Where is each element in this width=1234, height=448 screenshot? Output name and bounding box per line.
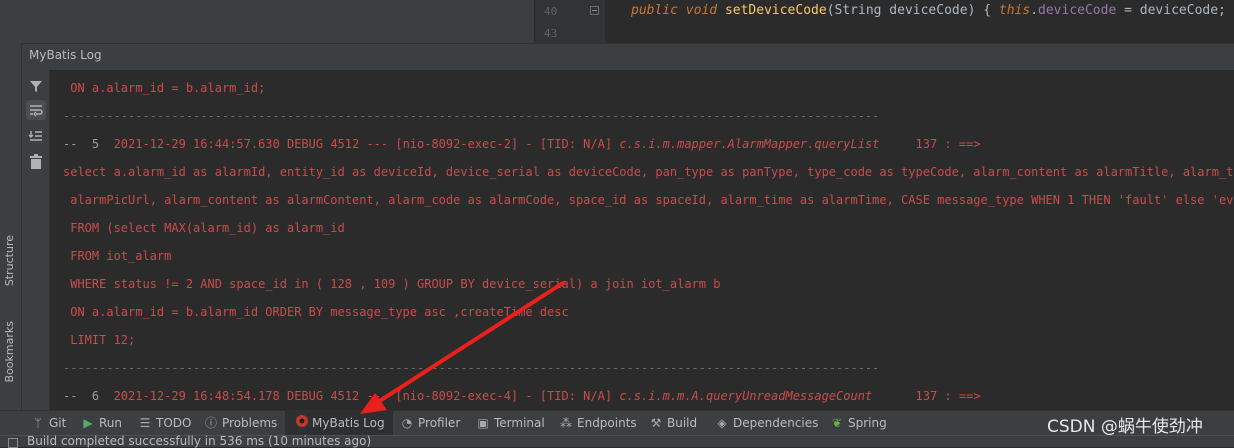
clear-log-button[interactable] [26,152,46,172]
dependencies-icon: ◈ [717,415,727,430]
line-number: 43 [544,27,558,40]
log-entry-meta: 2021-12-29 16:44:57.630 DEBUG 4512 --- [… [113,137,620,151]
todo-icon: ☰ [139,415,151,430]
tab-run[interactable]: ▶ Run [82,410,122,435]
build-icon: ⚒ [650,415,662,430]
problems-icon: ⓘ [205,416,218,430]
mybatis-icon [295,414,308,431]
log-line: FROM iot_alarm [63,249,172,263]
tab-label: Build [667,415,698,430]
log-output[interactable]: ON a.alarm_id = b.alarm_id; ------------… [50,70,1234,410]
panel-header [22,43,1234,70]
soft-wrap-icon [30,105,43,117]
log-entry-header: -- 5 2021-12-29 16:44:57.630 DEBUG 4512 … [63,137,981,151]
filter-icon [30,81,42,92]
code-assign: = deviceCode; } [1116,3,1234,18]
log-separator: ----------------------------------------… [63,109,880,123]
tab-label: Profiler [418,415,461,430]
tab-mybatis-log[interactable]: MyBatis Log [285,410,393,435]
tab-problems[interactable]: ⓘ Problems [205,410,277,435]
editor-left-pane [0,0,534,43]
tab-label: MyBatis Log [312,415,385,430]
log-line: LIMIT 12; [63,333,136,347]
profiler-icon: ◔ [401,415,413,430]
trash-icon [30,154,42,169]
code-keyword: public [631,3,678,18]
endpoints-icon: ⁂ [560,415,572,430]
code-field: deviceCode [1038,3,1117,18]
filter-button[interactable] [26,76,46,96]
log-entry-tail: 137 : ==> [872,389,981,403]
log-entry-header: -- 6 2021-12-29 16:48:54.178 DEBUG 4512 … [63,389,981,403]
log-entry-index: -- 6 [63,389,114,403]
soft-wrap-button[interactable] [26,100,46,120]
log-entry-meta: 2021-12-29 16:48:54.178 DEBUG 4512 --- [… [113,389,620,403]
log-entry-tail: 137 : ==> [879,137,981,151]
structure-tab[interactable]: Structure [3,235,16,286]
tab-endpoints[interactable]: ⁂ Endpoints [560,410,637,435]
tab-label: TODO [156,415,192,430]
log-entry-index: -- 5 [63,137,114,151]
log-line: FROM (select MAX(alarm_id) as alarm_id [63,221,345,235]
code-method-name: setDeviceCode [724,3,827,18]
run-icon: ▶ [83,415,93,430]
scroll-to-end-button[interactable] [26,126,46,146]
watermark: CSDN @蜗牛使劲冲 [1047,417,1203,437]
tab-label: Dependencies [733,415,819,430]
log-line: WHERE status != 2 AND space_id in ( 128 … [63,277,721,291]
log-separator: ----------------------------------------… [63,361,880,375]
code-keyword: this [998,3,1031,18]
log-line: alarmPicUrl, alarm_content as alarmConte… [63,193,1234,207]
left-tool-strip: Structure Bookmarks [0,43,22,410]
tab-todo[interactable]: ☰ TODO [139,410,192,435]
spring-icon: ❦ [831,415,843,430]
code-keyword: void [685,3,718,18]
tab-profiler[interactable]: ◔ Profiler [401,410,461,435]
bookmarks-tab[interactable]: Bookmarks [3,321,16,382]
tab-build[interactable]: ⚒ Build [650,410,698,435]
panel-toolbar [22,70,50,410]
terminal-icon: ▣ [477,415,489,430]
log-entry-method: c.s.i.m.mapper.AlarmMapper.queryList [619,137,880,151]
code-line[interactable]: public void setDeviceCode(String deviceC… [631,3,1234,18]
tab-spring[interactable]: ❦ Spring [831,410,887,435]
event-log-icon[interactable] [8,438,18,448]
tab-label: Problems [222,415,278,430]
tab-label: Endpoints [577,415,637,430]
tab-dependencies[interactable]: ◈ Dependencies [716,410,818,435]
line-number: 40 [544,5,558,18]
log-line: ON a.alarm_id = b.alarm_id ORDER BY mess… [63,305,569,319]
tab-label: Run [99,415,123,430]
log-line: select a.alarm_id as alarmId, entity_id … [63,165,1234,179]
fold-toggle-icon[interactable] [590,6,599,15]
scroll-to-end-icon [28,131,42,141]
tab-label: Terminal [494,415,545,430]
tab-terminal[interactable]: ▣ Terminal [477,410,545,435]
panel-title: MyBatis Log [29,48,102,62]
log-entry-method: c.s.i.m.m.A.queryUnreadMessageCount [619,389,873,403]
git-branch-icon: ᛘ [34,415,42,430]
code-params: (String deviceCode) { [826,3,999,18]
code-dot: . [1030,3,1039,18]
tab-git[interactable]: ᛘ Git [32,410,66,435]
tab-label: Spring [848,415,887,430]
log-line: ON a.alarm_id = b.alarm_id; [63,81,266,95]
tab-label: Git [49,415,67,430]
